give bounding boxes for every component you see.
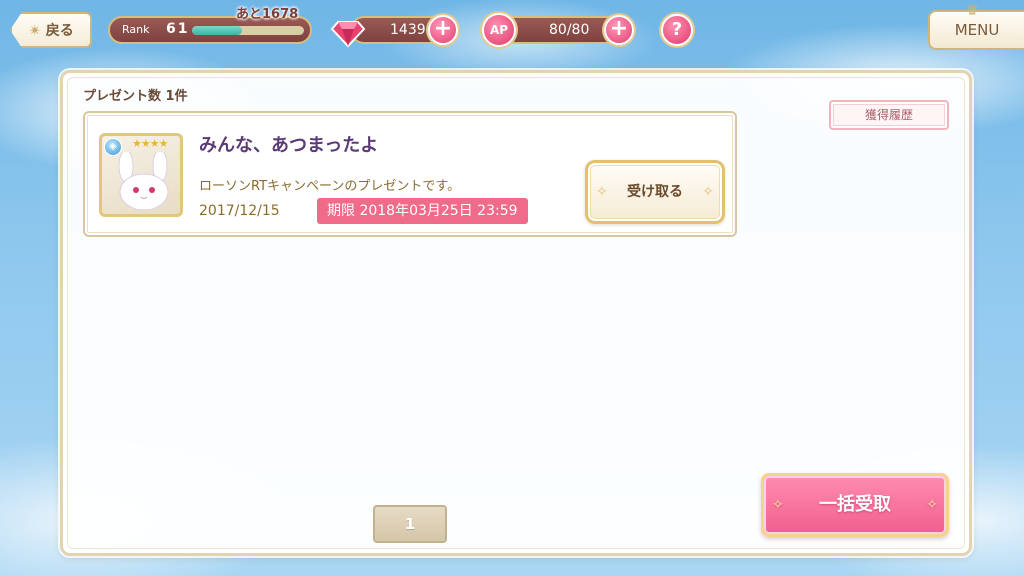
item-description: ローソンRTキャンペーンのプレゼントです。 <box>199 179 461 194</box>
back-label: 戻る <box>45 23 74 39</box>
rank-label: Rank <box>122 23 150 36</box>
rank-progress-fill <box>192 26 243 35</box>
item-date: 2017/12/15 <box>199 203 280 219</box>
sparkle-icon: ✧ <box>926 497 938 513</box>
ap-value: 80/80 <box>549 22 590 38</box>
add-gems-button[interactable]: + <box>428 15 458 45</box>
sparkle-icon: ✧ <box>596 184 608 200</box>
present-count: プレゼント数 1件 <box>83 89 188 104</box>
gem-icon <box>330 21 366 48</box>
history-button[interactable]: 獲得履歴 <box>829 100 949 130</box>
sparkle-icon: ✧ <box>772 497 784 513</box>
receive-all-button[interactable]: ✧ 一括受取 ✧ <box>761 473 949 537</box>
creature-art <box>118 152 169 211</box>
rank-progress-bar <box>192 26 304 35</box>
present-box-panel: プレゼント数 1件 獲得履歴 ◈ ★★★★ みんな、あつまったよ ローソンRTキ… <box>60 70 972 556</box>
page-button[interactable]: 1 <box>373 505 447 543</box>
deadline-badge: 期限 2018年03月25日 23:59 <box>317 198 528 224</box>
rank-value: 61 <box>166 21 190 37</box>
receive-button[interactable]: ✧ 受け取る ✧ <box>585 160 725 224</box>
sparkle-icon: ✴ <box>28 20 42 40</box>
help-button[interactable]: ? <box>661 14 693 46</box>
crown-icon: ♛ <box>966 3 979 19</box>
white-creature-card-icon: ◈ ★★★★ <box>99 133 183 217</box>
back-button[interactable]: ✴ 戻る <box>10 12 92 48</box>
ap-badge: AP <box>482 13 516 47</box>
add-ap-button[interactable]: + <box>604 15 634 45</box>
sparkle-icon: ✧ <box>702 184 714 200</box>
item-title: みんな、あつまったよ <box>199 135 379 156</box>
menu-label: MENU <box>954 21 1000 39</box>
receive-all-label: 一括受取 <box>819 494 891 515</box>
gem-value: 1439 <box>390 22 426 38</box>
present-item: ◈ ★★★★ みんな、あつまったよ ローソンRTキャンペーンのプレゼントです。 … <box>83 111 737 237</box>
rarity-stars: ★★★★ <box>132 137 168 150</box>
rank-next-exp: あと1678 <box>236 7 299 22</box>
menu-button[interactable]: ♛ MENU <box>928 3 1024 50</box>
receive-label: 受け取る <box>627 184 683 200</box>
